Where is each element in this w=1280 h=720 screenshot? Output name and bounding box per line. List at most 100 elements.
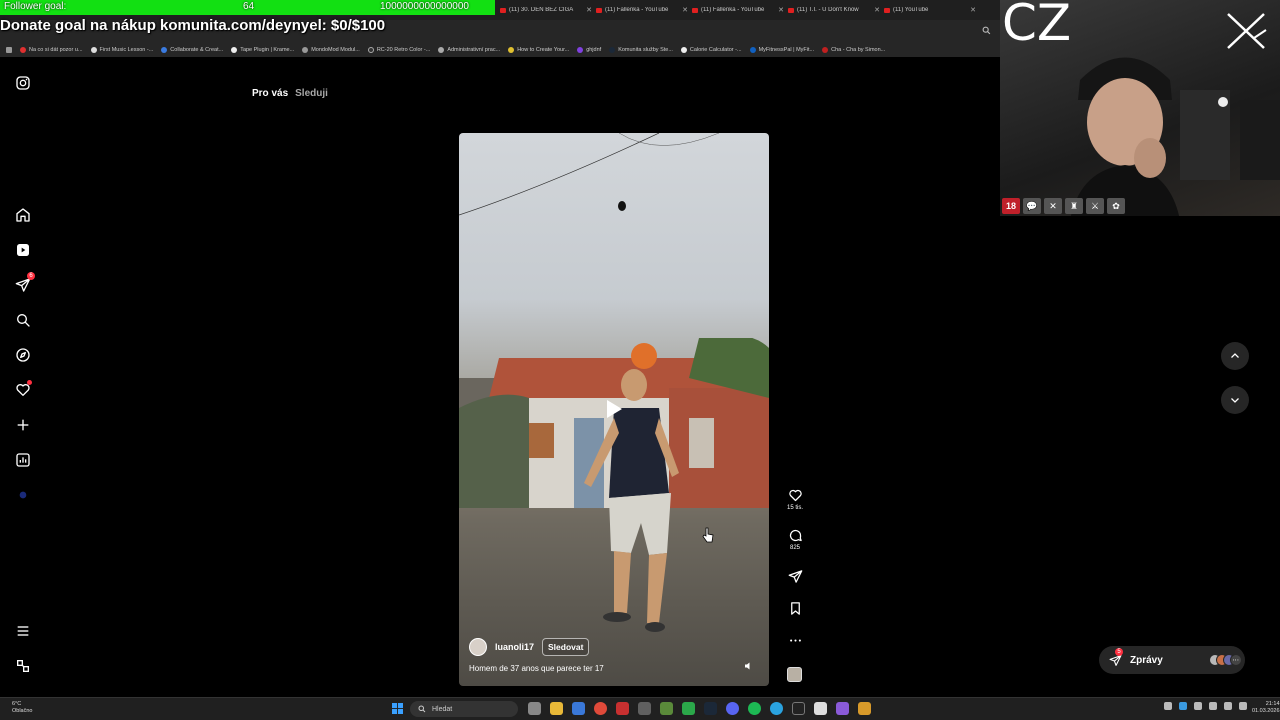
chevron-up-icon[interactable] [1164,702,1172,710]
chevron-down-icon [1231,398,1239,403]
app-icon[interactable] [836,702,849,715]
dashboard-icon[interactable] [14,451,31,468]
bookmark[interactable]: Na co si dát pozor u... [20,46,83,53]
bookmark[interactable]: Calorie Calculator -... [680,46,742,53]
tab-for-you[interactable]: Pro vás [252,88,288,99]
xbox-icon[interactable] [682,702,695,715]
network-icon[interactable] [1209,702,1217,710]
browser-tab[interactable]: (11) 30. DEN BEZ CIGA ✕ [500,4,592,16]
like-button[interactable]: 15 tis. [784,488,806,511]
battery-icon[interactable] [1239,702,1247,710]
bookmark[interactable]: Tape Plugin | Krame... [231,46,294,53]
taskbar-search-placeholder: Hledat [432,705,453,713]
menu-icon[interactable] [14,622,31,639]
comment-button[interactable]: 825 [784,528,806,551]
close-icon[interactable]: ✕ [682,6,688,14]
task-view-icon[interactable] [528,702,541,715]
explore-icon[interactable] [14,346,31,363]
browser-tab[interactable]: (11) Fallenka - YouTube ✕ [692,4,784,16]
audio-thumbnail[interactable] [787,667,802,682]
browser-tab[interactable]: (11) YouTube ✕ [884,4,976,16]
volume-icon[interactable] [1224,702,1232,710]
chrome-icon[interactable] [594,702,607,715]
figures-icon: ♜ [1065,198,1083,214]
reels-icon[interactable] [14,241,31,258]
bookmark[interactable]: Collaborate & Creat... [161,46,223,53]
follower-goal-current: 64 [243,1,255,12]
apps-icon[interactable] [6,46,12,53]
share-button[interactable] [784,569,806,584]
search-icon[interactable] [14,311,31,328]
weather-widget[interactable]: 6°C Oblačno [12,701,33,715]
bookmark[interactable]: MondoMod Modul... [302,46,360,53]
bookmark[interactable]: First Music Lesson -... [90,46,154,53]
messages-label: Zprávy [1130,654,1163,666]
app-icon[interactable] [638,702,651,715]
app-icon[interactable] [616,702,629,715]
speaker-icon[interactable] [743,660,755,672]
previous-reel-button[interactable] [1221,342,1249,370]
browser-tab[interactable]: (11) T.I. - U Don't Know ✕ [788,4,880,16]
profile-icon[interactable] [14,486,31,503]
next-reel-button[interactable] [1221,386,1249,414]
bookmark[interactable]: Komunita služby Ste... [609,46,673,53]
spotify-icon[interactable] [748,702,761,715]
system-clock[interactable]: 21:14 01.03.2026 [1252,701,1280,715]
youtube-icon [692,7,698,13]
more-icon: ⋯ [1229,654,1242,666]
bookmark[interactable]: ghjdnf [577,46,602,53]
messages-icon[interactable]: 6 [14,272,35,293]
steam-icon[interactable] [704,702,717,715]
follow-button[interactable]: Sledovat [542,638,590,656]
app-icon[interactable] [660,702,673,715]
messages-pill[interactable]: 5 Zprávy ⋯ [1099,646,1245,674]
windows-taskbar: 6°C Oblačno Hledat 21:14 01.03.2026 [0,697,1280,720]
reel-username[interactable]: luanoli17 [495,642,534,652]
cloud-icon[interactable] [1179,702,1187,710]
file-explorer-icon[interactable] [550,702,563,715]
notifications-icon[interactable] [14,380,32,398]
age-rating-icon: 18 [1002,198,1020,214]
discord-icon[interactable] [726,702,739,715]
instagram-logo-icon[interactable] [14,74,31,91]
bookmark-label: Administrativní prac... [447,46,501,53]
crossed-tools-icon [1227,13,1267,49]
windows-start-icon[interactable] [392,703,403,714]
tab-following[interactable]: Sleduji [295,88,328,99]
bookmark[interactable]: MyFitnessPal | MyFit... [749,46,814,53]
save-button[interactable] [784,601,806,616]
search-icon[interactable] [982,26,991,37]
comment-count: 825 [789,545,800,551]
bookmark[interactable]: Administrativní prac... [438,46,501,53]
telegram-icon[interactable] [770,702,783,715]
bookmark-label: ghjdnf [586,46,602,53]
sword-icon: ⚔ [1086,198,1104,214]
create-icon[interactable] [14,416,31,433]
like-count: 15 tis. [786,505,803,511]
browser-tab[interactable]: (11) Fallenka - YouTube ✕ [596,4,688,16]
app-icon[interactable] [858,702,871,715]
bookmark[interactable]: RC-20 Retro Color -... [367,46,430,53]
mail-icon[interactable] [572,702,585,715]
taskbar-search-input[interactable]: Hledat [410,701,518,717]
avatar[interactable] [469,638,487,656]
threads-icon[interactable] [14,657,31,674]
chat-icon: 💬 [1023,198,1041,214]
tab-label: (11) T.I. - U Don't Know [797,7,859,13]
bookmark[interactable]: How to Create Your... [508,46,569,53]
reel-video[interactable]: luanoli17 Sledovat Homem de 37 anos que … [459,133,769,686]
sidebar: 6 [0,60,46,690]
heart-icon [788,489,802,502]
bookmark-label: First Music Lesson -... [99,46,154,53]
home-icon[interactable] [14,206,31,223]
close-icon[interactable]: ✕ [778,6,784,14]
settings-icon[interactable] [814,702,827,715]
close-icon[interactable]: ✕ [874,6,880,14]
bookmark[interactable]: Cha - Cha by Simon... [822,46,885,53]
app-icon[interactable] [792,702,805,715]
close-icon[interactable]: ✕ [970,6,976,14]
close-icon[interactable]: ✕ [586,6,592,14]
play-icon[interactable] [605,399,623,419]
tray-icon[interactable] [1194,702,1202,710]
more-button[interactable] [784,633,806,648]
